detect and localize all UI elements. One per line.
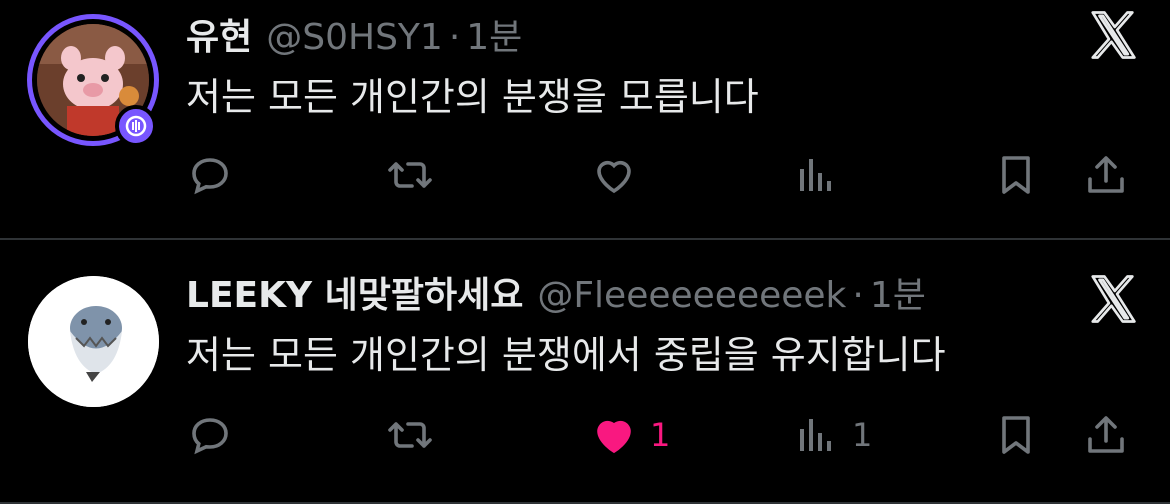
tweet-actions	[186, 150, 1146, 200]
tweet-text: 저는 모든 개인간의 분쟁에서 중립을 유지합니다	[186, 333, 946, 377]
views-count: 1	[852, 416, 873, 454]
views-button[interactable]: 1	[792, 410, 872, 460]
reply-button[interactable]	[186, 410, 234, 460]
user-handle[interactable]: @S0HSY1	[266, 17, 443, 58]
like-button[interactable]	[590, 150, 650, 200]
share-icon	[1088, 156, 1124, 193]
views-icon	[800, 159, 831, 191]
tweet-header: LEEKY 네맞팔하세요 @Fleeeeeeeeeek · 1분	[186, 276, 926, 316]
retweet-icon	[388, 162, 432, 188]
bookmark-icon	[1002, 156, 1030, 194]
reply-icon	[192, 418, 228, 455]
heart-icon	[597, 160, 631, 194]
x-logo-icon[interactable]	[1086, 272, 1140, 326]
reply-icon	[192, 158, 228, 195]
tweet-text: 저는 모든 개인간의 분쟁을 모릅니다	[186, 75, 759, 119]
reply-button[interactable]	[186, 150, 234, 200]
avatar[interactable]	[28, 276, 159, 407]
retweet-icon	[388, 422, 432, 448]
separator: ·	[448, 17, 461, 58]
share-button[interactable]	[1082, 150, 1130, 200]
bookmark-button[interactable]	[992, 150, 1040, 200]
heart-filled-icon	[597, 420, 631, 454]
bookmark-button[interactable]	[992, 410, 1040, 460]
timestamp[interactable]: 1분	[466, 17, 522, 58]
like-count: 1	[650, 416, 671, 454]
tweet-actions: 1 1	[186, 410, 1146, 460]
timestamp[interactable]: 1분	[870, 275, 926, 316]
x-logo-icon[interactable]	[1086, 8, 1140, 62]
display-name[interactable]: LEEKY 네맞팔하세요	[186, 275, 523, 316]
separator: ·	[852, 275, 864, 316]
bookmark-icon	[1002, 416, 1030, 454]
podcast-badge-icon	[115, 105, 157, 147]
shark-character-avatar-icon	[28, 276, 159, 407]
share-icon	[1088, 416, 1124, 453]
user-handle[interactable]: @Fleeeeeeeeeek	[537, 275, 846, 316]
views-icon	[800, 419, 831, 451]
tweet[interactable]: 유현 @S0HSY1 · 1분 저는 모든 개인간의 분쟁을 모릅니다	[0, 0, 1170, 238]
share-button[interactable]	[1082, 410, 1130, 460]
like-button[interactable]: 1	[590, 410, 670, 460]
display-name[interactable]: 유현	[186, 17, 252, 58]
tweet-header: 유현 @S0HSY1 · 1분	[186, 18, 522, 58]
tweet[interactable]: LEEKY 네맞팔하세요 @Fleeeeeeeeeek · 1분 저는 모든 개인간의…	[0, 240, 1170, 502]
retweet-button[interactable]	[386, 410, 434, 460]
retweet-button[interactable]	[386, 150, 434, 200]
views-button[interactable]	[792, 150, 852, 200]
